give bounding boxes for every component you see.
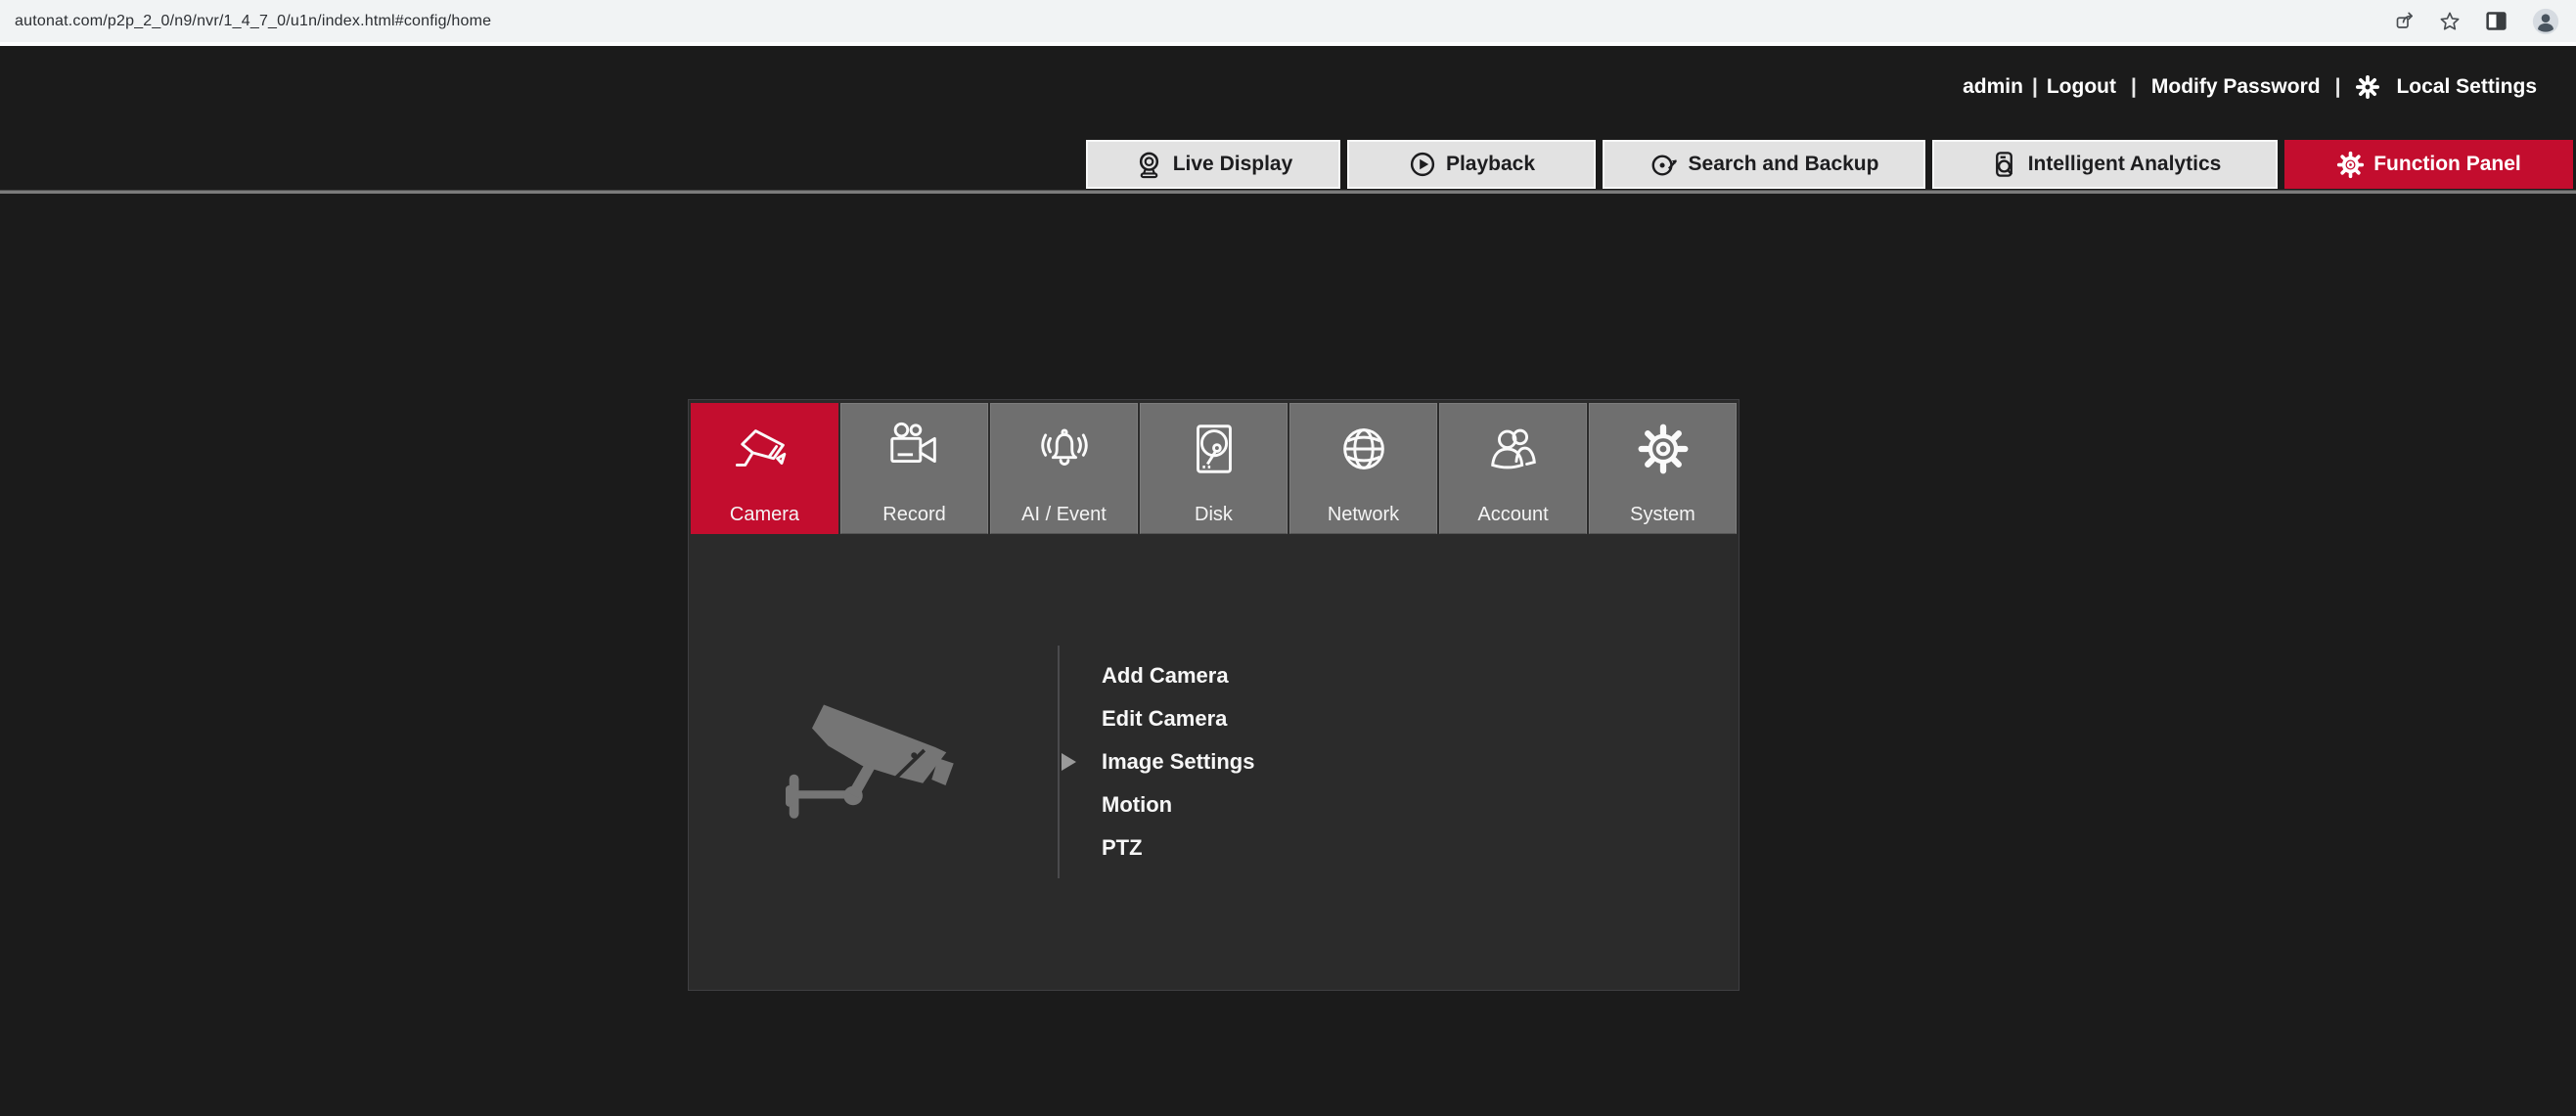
cctv-camera-icon — [735, 419, 795, 479]
url-bar[interactable]: autonat.com/p2p_2_0/n9/nvr/1_4_7_0/u1n/i… — [15, 13, 491, 30]
nav-tab-label: Live Display — [1173, 153, 1293, 176]
tab-label: Disk — [1195, 504, 1233, 526]
alarm-bell-icon — [1034, 419, 1095, 479]
tab-label: System — [1630, 504, 1695, 526]
video-camera-icon — [884, 419, 945, 479]
function-panel-tabs: Camera Record AI / Event — [691, 403, 1737, 534]
cctv-camera-silhouette — [765, 686, 1000, 832]
nav-tab-playback[interactable]: Playback — [1347, 140, 1596, 189]
tab-label: Record — [882, 504, 945, 526]
nav-tab-label: Playback — [1446, 153, 1535, 176]
disc-search-icon — [1650, 150, 1680, 180]
document-magnifier-icon — [1989, 150, 2019, 180]
star-icon[interactable] — [2438, 10, 2462, 33]
menu-item-add-camera[interactable]: Add Camera — [1102, 654, 1254, 697]
profile-avatar-icon[interactable] — [2531, 7, 2560, 36]
tab-ai-event[interactable]: AI / Event — [990, 403, 1138, 534]
webcam-icon — [1134, 150, 1164, 180]
gear-icon — [1633, 419, 1694, 479]
globe-icon — [1333, 419, 1394, 479]
menu-item-image-settings[interactable]: Image Settings — [1102, 740, 1254, 783]
tab-disk[interactable]: Disk — [1140, 403, 1288, 534]
gear-icon — [2336, 151, 2365, 179]
separator: | — [2335, 75, 2341, 99]
username: admin — [1963, 75, 2023, 99]
tab-record[interactable]: Record — [840, 403, 988, 534]
header-divider — [0, 190, 2576, 194]
nav-tab-label: Function Panel — [2373, 153, 2521, 176]
tab-account[interactable]: Account — [1439, 403, 1587, 534]
tab-network[interactable]: Network — [1289, 403, 1437, 534]
main-nav: Live Display Playback Search and Backup … — [1086, 140, 2573, 189]
share-icon[interactable] — [2393, 10, 2417, 33]
tab-label: Camera — [730, 504, 799, 526]
tab-label: AI / Event — [1021, 504, 1107, 526]
nav-tab-function-panel[interactable]: Function Panel — [2284, 140, 2573, 189]
account-group: admin | Logout — [1963, 75, 2116, 99]
menu-divider — [1058, 646, 1060, 878]
function-panel: Camera Record AI / Event — [688, 399, 1740, 991]
separator: | — [2032, 75, 2038, 99]
logout-link[interactable]: Logout — [2047, 75, 2116, 99]
nav-tab-intelligent-analytics[interactable]: Intelligent Analytics — [1932, 140, 2278, 189]
menu-item-motion[interactable]: Motion — [1102, 783, 1254, 826]
tab-system[interactable]: System — [1589, 403, 1737, 534]
nav-tab-live-display[interactable]: Live Display — [1086, 140, 1340, 189]
gear-icon — [2355, 74, 2380, 100]
tab-camera[interactable]: Camera — [691, 403, 838, 534]
users-icon — [1483, 419, 1544, 479]
nav-tab-label: Intelligent Analytics — [2028, 153, 2222, 176]
tab-label: Account — [1477, 504, 1548, 526]
local-settings-label: Local Settings — [2396, 75, 2537, 99]
modify-password-link[interactable]: Modify Password — [2151, 75, 2321, 99]
side-panel-icon[interactable] — [2483, 8, 2509, 34]
nav-tab-label: Search and Backup — [1689, 153, 1879, 176]
browser-actions — [2393, 0, 2560, 42]
separator: | — [2131, 75, 2137, 99]
local-settings-link[interactable]: Local Settings — [2355, 74, 2537, 100]
nav-tab-search-backup[interactable]: Search and Backup — [1603, 140, 1925, 189]
hard-disk-icon — [1184, 419, 1244, 479]
tab-label: Network — [1328, 504, 1399, 526]
play-circle-icon — [1408, 150, 1437, 179]
user-strip: admin | Logout | Modify Password | Local… — [1963, 74, 2537, 100]
camera-menu: Add Camera Edit Camera Image Settings Mo… — [1102, 654, 1254, 870]
selected-item-arrow — [1062, 753, 1076, 771]
menu-item-ptz[interactable]: PTZ — [1102, 826, 1254, 870]
menu-item-edit-camera[interactable]: Edit Camera — [1102, 697, 1254, 740]
browser-chrome: autonat.com/p2p_2_0/n9/nvr/1_4_7_0/u1n/i… — [0, 0, 2576, 46]
